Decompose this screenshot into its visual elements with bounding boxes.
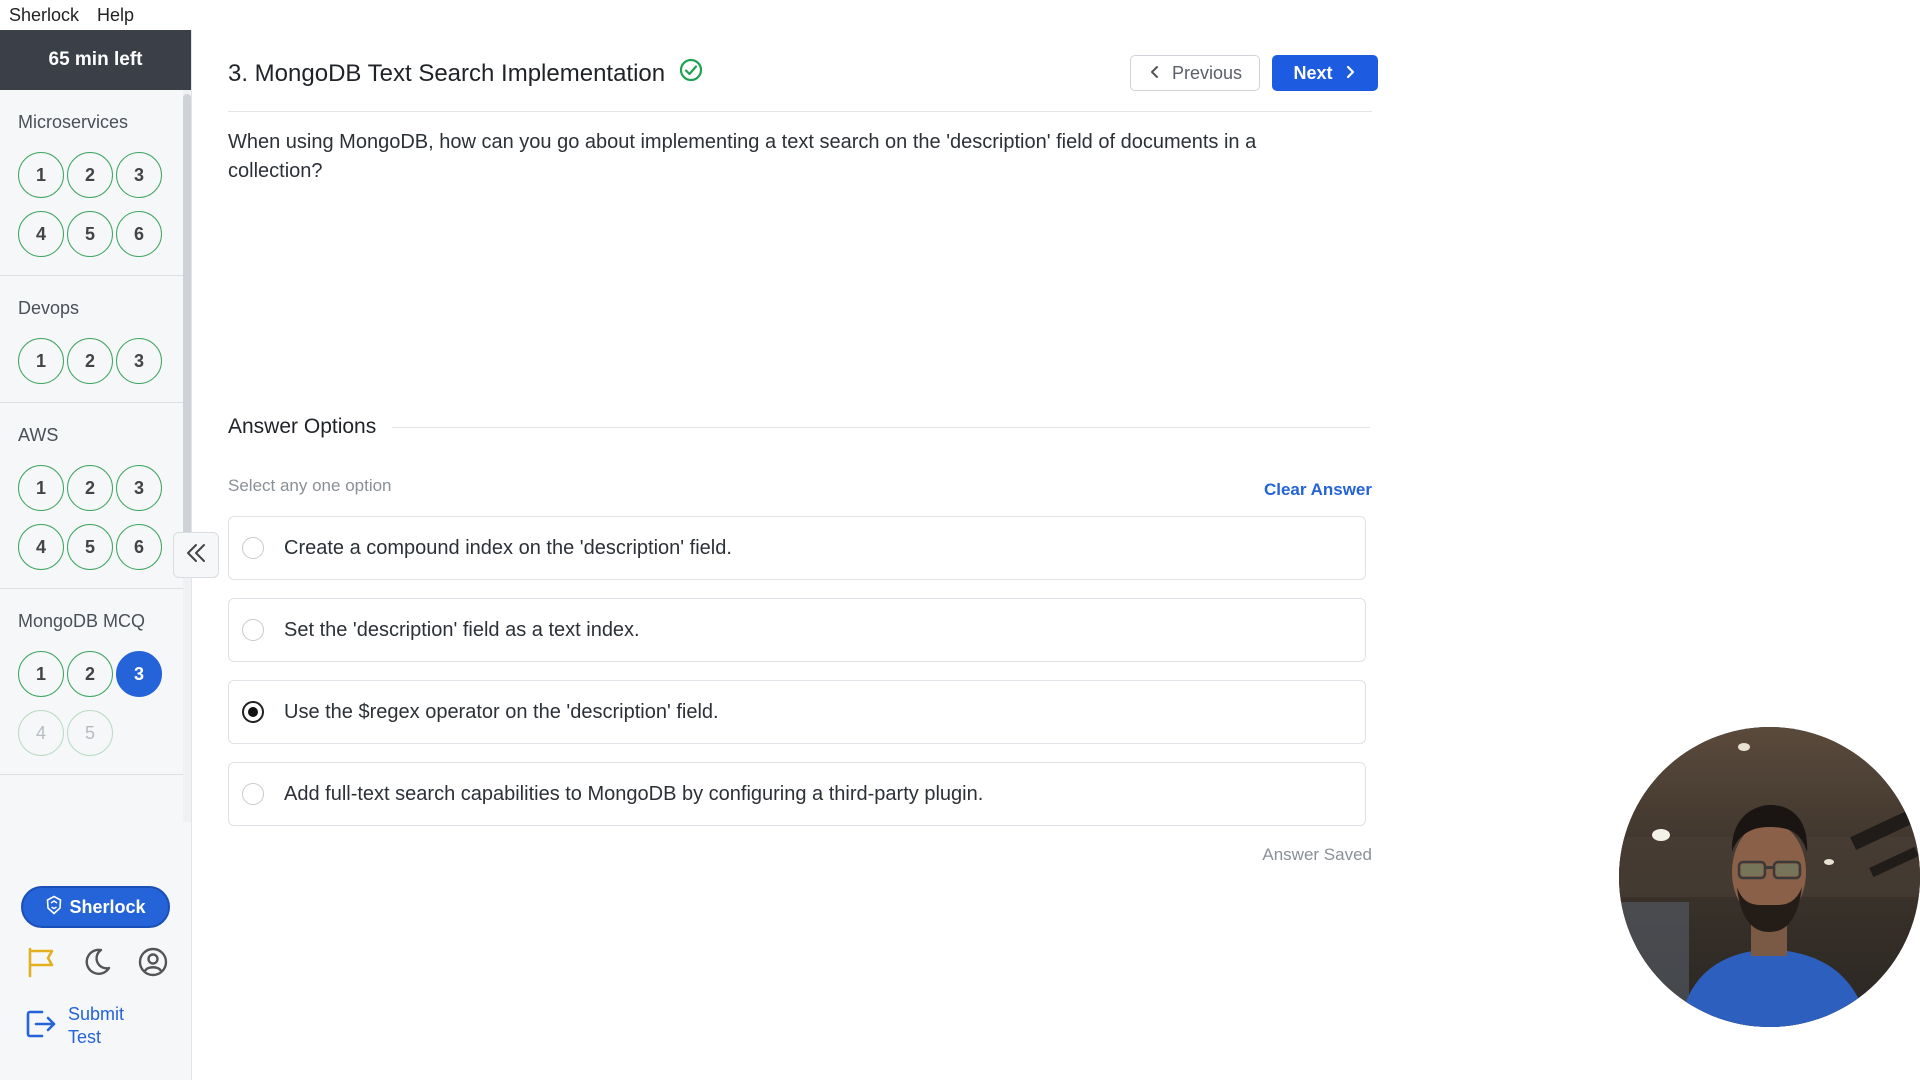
previous-label: Previous bbox=[1171, 62, 1243, 83]
section-title: Devops bbox=[18, 298, 80, 318]
question-nav-button[interactable]: 5 bbox=[67, 710, 113, 756]
select-hint: Select any one option bbox=[228, 476, 392, 495]
question-nav-button[interactable]: 2 bbox=[67, 152, 113, 198]
answer-saved-status: Answer Saved bbox=[1262, 845, 1372, 864]
section-2: AWS 1 2 3 4 5 6 bbox=[0, 403, 184, 589]
answer-options-header: Answer Options bbox=[228, 415, 1370, 439]
submit-test-label: Submit Test bbox=[68, 1003, 148, 1049]
question-nav-button[interactable]: 3 bbox=[116, 465, 162, 511]
sidebar: 65 min left Microservices 1 2 3 4 5 6 Devops 1 2 3… bbox=[0, 30, 192, 1080]
answer-option-3[interactable]: Use the $regex operator on the 'descript… bbox=[228, 680, 1366, 744]
webcam-preview bbox=[1619, 727, 1920, 1027]
user-circle-icon[interactable] bbox=[136, 945, 170, 979]
chevron-right-icon bbox=[1343, 63, 1357, 84]
submit-label-line1: Submit bbox=[68, 1004, 125, 1024]
answer-option-text: Set the 'description' field as a text in… bbox=[284, 618, 640, 641]
question-nav-button[interactable]: 2 bbox=[67, 465, 113, 511]
section-title: MongoDB MCQ bbox=[18, 611, 146, 631]
collapse-sidebar-button[interactable] bbox=[173, 532, 219, 578]
question-nav-button[interactable]: 3 bbox=[116, 338, 162, 384]
question-nav-button[interactable]: 5 bbox=[67, 211, 113, 257]
double-chevron-left-icon bbox=[183, 540, 209, 571]
answer-options-list: Create a compound index on the 'descript… bbox=[228, 516, 1366, 844]
answer-options-heading: Answer Options bbox=[228, 415, 377, 438]
question-nav-button[interactable]: 1 bbox=[18, 338, 64, 384]
clear-answer-link[interactable]: Clear Answer bbox=[1264, 480, 1372, 500]
logout-icon bbox=[22, 1006, 58, 1047]
question-grid: 123 45 bbox=[18, 647, 184, 756]
sherlock-icon bbox=[45, 895, 63, 920]
question-header: 3. MongoDB Text Search Implementation Pr… bbox=[228, 30, 1378, 112]
question-nav-button[interactable]: 1 bbox=[18, 465, 64, 511]
radio-button[interactable] bbox=[242, 537, 264, 559]
answer-option-text: Add full-text search capabilities to Mon… bbox=[284, 782, 984, 805]
question-nav-button[interactable]: 3 bbox=[116, 152, 162, 198]
next-label: Next bbox=[1293, 62, 1333, 83]
previous-button[interactable]: Previous bbox=[1130, 55, 1260, 91]
question-nav-button[interactable]: 4 bbox=[18, 524, 64, 570]
question-nav-button[interactable]: 4 bbox=[18, 211, 64, 257]
answer-option-text: Create a compound index on the 'descript… bbox=[284, 536, 732, 559]
radio-button[interactable] bbox=[242, 701, 264, 723]
answer-option-text: Use the $regex operator on the 'descript… bbox=[284, 700, 719, 723]
question-nav-button[interactable]: 5 bbox=[67, 524, 113, 570]
question-nav-button[interactable]: 2 bbox=[67, 338, 113, 384]
question-title: 3. MongoDB Text Search Implementation bbox=[228, 59, 666, 87]
question-nav-button[interactable]: 6 bbox=[116, 524, 162, 570]
flag-icon[interactable] bbox=[24, 945, 58, 979]
section-title: AWS bbox=[18, 425, 59, 445]
answer-option-2[interactable]: Set the 'description' field as a text in… bbox=[228, 598, 1366, 662]
submit-test-button[interactable]: Submit Test bbox=[22, 1003, 148, 1049]
menu-bar: Sherlock Help bbox=[0, 0, 1920, 30]
question-grid: 123 456 bbox=[18, 461, 184, 570]
menu-sherlock[interactable]: Sherlock bbox=[9, 5, 79, 26]
question-grid: 123 456 bbox=[18, 148, 184, 257]
webcam-image bbox=[1619, 727, 1920, 1027]
question-panel: 3. MongoDB Text Search Implementation Pr… bbox=[228, 30, 1378, 864]
sidebar-scrollbar-thumb[interactable] bbox=[183, 94, 191, 554]
question-nav-button[interactable]: 1 bbox=[18, 651, 64, 697]
question-nav-button[interactable]: 6 bbox=[116, 211, 162, 257]
moon-icon[interactable] bbox=[80, 945, 114, 979]
question-nav-button[interactable]: 1 bbox=[18, 152, 64, 198]
next-button[interactable]: Next bbox=[1272, 55, 1378, 91]
answer-option-4[interactable]: Add full-text search capabilities to Mon… bbox=[228, 762, 1366, 826]
chevron-left-icon bbox=[1148, 63, 1162, 84]
sherlock-button[interactable]: Sherlock bbox=[21, 886, 170, 928]
submit-label-line2: Test bbox=[68, 1027, 102, 1047]
section-0: Microservices 1 2 3 4 5 6 bbox=[0, 90, 184, 276]
question-grid: 123 bbox=[18, 334, 184, 384]
check-circle-icon bbox=[679, 58, 703, 89]
section-list: Microservices 1 2 3 4 5 6 Devops 1 2 3 AWS 1 2 3 4 5 6 Mon… bbox=[0, 90, 184, 822]
section-3: MongoDB MCQ 1 2 3 4 5 bbox=[0, 589, 184, 775]
menu-help[interactable]: Help bbox=[97, 5, 134, 26]
question-nav-button[interactable]: 3 bbox=[116, 651, 162, 697]
section-title: Microservices bbox=[18, 112, 129, 132]
sherlock-button-label: Sherlock bbox=[69, 896, 146, 917]
radio-button[interactable] bbox=[242, 619, 264, 641]
divider bbox=[392, 426, 1370, 428]
answer-option-1[interactable]: Create a compound index on the 'descript… bbox=[228, 516, 1366, 580]
time-remaining: 65 min left bbox=[0, 30, 191, 90]
radio-button[interactable] bbox=[242, 783, 264, 805]
question-text: When using MongoDB, how can you go about… bbox=[228, 131, 1257, 182]
section-1: Devops 1 2 3 bbox=[0, 276, 184, 403]
question-nav-button[interactable]: 2 bbox=[67, 651, 113, 697]
question-nav-button[interactable]: 4 bbox=[18, 710, 64, 756]
